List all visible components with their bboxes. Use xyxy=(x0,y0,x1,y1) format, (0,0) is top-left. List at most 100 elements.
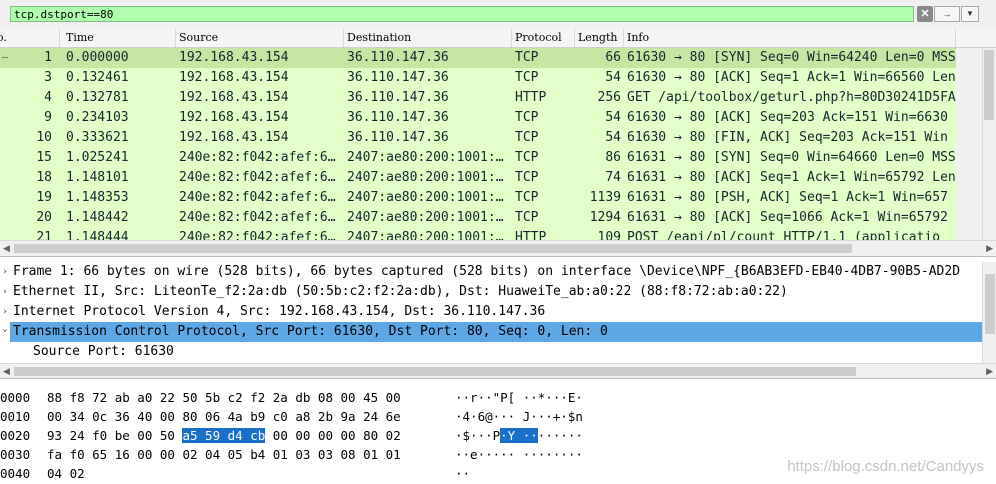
packet-cell-source: 240e:82:f042:afef:6… xyxy=(179,190,336,205)
clear-filter-icon[interactable]: ✕ xyxy=(917,6,933,22)
packet-row[interactable]: 3 0.132461 192.168.43.154 36.110.147.36 TCP 5… xyxy=(0,68,956,88)
scroll-right-icon[interactable]: ▶ xyxy=(986,366,993,377)
packet-cell-protocol: TCP xyxy=(515,190,539,205)
packet-cell-info: 61631 → 80 [SYN] Seq=0 Win=64660 Len=0 M… xyxy=(627,150,956,165)
column-header-no[interactable]: o. xyxy=(0,28,60,47)
ascii-text: ·$···P xyxy=(455,428,501,443)
packet-cell-destination: 2407:ae80:200:1001:… xyxy=(347,230,504,240)
hex-dump-row[interactable]: 0020 93 24 f0 be 00 50 a5 59 d4 cb 00 00 … xyxy=(0,426,996,445)
packet-cell-time: 1.148353 xyxy=(66,190,129,205)
packet-row[interactable]: 19 1.148353 240e:82:f042:afef:6… 2407:ae80:… xyxy=(0,188,956,208)
detail-tree-item[interactable]: Source Port: 61630 xyxy=(0,342,996,362)
packet-cell-info: 61631 → 80 [ACK] Seq=1 Ack=1 Win=65792 L… xyxy=(627,170,956,185)
detail-tree-label: Source Port: 61630 xyxy=(33,344,174,359)
packet-list-horizontal-scrollbar[interactable]: ◀ ▶ xyxy=(0,240,996,257)
packet-cell-protocol: HTTP xyxy=(515,230,547,240)
packet-cell-length: 86 xyxy=(605,150,621,165)
packet-cell-source: 240e:82:f042:afef:6… xyxy=(179,150,336,165)
display-filter-toolbar: tcp.dstport==80 ✕ → ▼ xyxy=(0,0,996,29)
hex-dump-row[interactable]: 0000 88 f8 72 ab a0 22 50 5b c2 f2 2a db … xyxy=(0,388,996,407)
detail-tree-label: Frame 1: 66 bytes on wire (528 bits), 66… xyxy=(13,264,961,279)
packet-row[interactable]: 1 0.000000 192.168.43.154 36.110.147.36 TCP 6… xyxy=(0,48,956,68)
packet-cell-time: 0.333621 xyxy=(66,130,129,145)
hex-bytes: 88 f8 72 ab a0 22 50 5b c2 f2 2a db 08 0… xyxy=(47,388,401,407)
expand-arrow-icon[interactable]: › xyxy=(0,282,10,302)
packet-cell-time: 0.000000 xyxy=(66,50,129,65)
packet-cell-length: 54 xyxy=(605,130,621,145)
column-header-time[interactable]: Time xyxy=(63,28,176,47)
hex-bytes: 00 34 0c 36 40 00 80 06 4a b9 c0 a8 2b 9… xyxy=(47,407,401,426)
packet-cell-no: 9 xyxy=(44,110,52,125)
packet-row[interactable]: 21 1.148444 240e:82:f042:afef:6… 2407:ae80:… xyxy=(0,228,956,240)
column-header-length[interactable]: Length xyxy=(575,28,624,47)
packet-cell-no: 21 xyxy=(36,230,52,240)
apply-filter-button[interactable]: → xyxy=(934,6,960,22)
column-header-protocol[interactable]: Protocol xyxy=(512,28,575,47)
packet-cell-no: 3 xyxy=(44,70,52,85)
packet-cell-no: 15 xyxy=(36,150,52,165)
ascii-bytes: ··r··"P[ ··*···E· xyxy=(455,388,583,407)
packet-cell-protocol: TCP xyxy=(515,110,539,125)
details-hscroll-thumb[interactable] xyxy=(14,367,856,376)
packet-row[interactable]: 10 0.333621 192.168.43.154 36.110.147.36 TCP… xyxy=(0,128,956,148)
display-filter-input[interactable]: tcp.dstport==80 xyxy=(10,6,914,22)
hex-bytes-text: 00 00 00 00 80 02 xyxy=(265,428,401,443)
packet-cell-destination: 36.110.147.36 xyxy=(347,130,449,145)
packet-cell-no: 4 xyxy=(44,90,52,105)
packet-cell-no: 20 xyxy=(36,210,52,225)
detail-tree-label: Internet Protocol Version 4, Src: 192.16… xyxy=(13,304,546,319)
packet-cell-source: 240e:82:f042:afef:6… xyxy=(179,210,336,225)
packet-list-vertical-scrollbar[interactable] xyxy=(956,48,996,240)
packet-cell-destination: 2407:ae80:200:1001:… xyxy=(347,150,504,165)
packet-cell-info: 61631 → 80 [ACK] Seq=1066 Ack=1 Win=6579… xyxy=(627,210,948,225)
ascii-bytes: ·4·6@··· J···+·$n xyxy=(455,407,583,426)
hex-bytes-text: 93 24 f0 be 00 50 xyxy=(47,428,183,443)
details-vertical-scrollbar[interactable] xyxy=(982,262,996,363)
column-header-destination[interactable]: Destination xyxy=(344,28,512,47)
packet-cell-source: 192.168.43.154 xyxy=(179,110,289,125)
column-header-source[interactable]: Source xyxy=(176,28,344,47)
packet-cell-time: 1.148442 xyxy=(66,210,129,225)
hex-bytes: 04 02 xyxy=(47,464,85,483)
detail-tree-item[interactable]: ⌄ Transmission Control Protocol, Src Port… xyxy=(2,322,982,342)
packet-cell-info: 61630 → 80 [ACK] Seq=1 Ack=1 Win=66560 L… xyxy=(627,70,956,85)
hex-offset: 0020 xyxy=(0,428,31,443)
hex-dump-row[interactable]: 0010 00 34 0c 36 40 00 80 06 4a b9 c0 a8 … xyxy=(0,407,996,426)
packet-cell-source: 192.168.43.154 xyxy=(179,130,289,145)
packet-cell-length: 109 xyxy=(597,230,621,240)
packet-cell-source: 240e:82:f042:afef:6… xyxy=(179,170,336,185)
packet-cell-destination: 36.110.147.36 xyxy=(347,50,449,65)
scroll-left-icon[interactable]: ◀ xyxy=(3,243,10,254)
scroll-right-icon[interactable]: ▶ xyxy=(986,243,993,254)
packet-cell-destination: 2407:ae80:200:1001:… xyxy=(347,170,504,185)
ascii-bytes: ·· xyxy=(455,464,470,483)
hex-offset: 0030 xyxy=(0,447,31,462)
ascii-text: ··r··"P[ ··*···E· xyxy=(455,390,583,405)
packet-cell-info: 61630 → 80 [SYN] Seq=0 Win=64240 Len=0 M… xyxy=(627,50,956,65)
detail-tree-item[interactable]: › Ethernet II, Src: LiteonTe_f2:2a:db (50… xyxy=(0,282,996,302)
detail-tree-item[interactable]: › Internet Protocol Version 4, Src: 192.1… xyxy=(0,302,996,322)
filter-history-dropdown[interactable]: ▼ xyxy=(961,6,979,22)
packet-row[interactable]: 20 1.148442 240e:82:f042:afef:6… 2407:ae80:… xyxy=(0,208,956,228)
packet-rows: 1 0.000000 192.168.43.154 36.110.147.36 TCP 6… xyxy=(0,48,956,240)
scroll-left-icon[interactable]: ◀ xyxy=(3,366,10,377)
packet-row[interactable]: 4 0.132781 192.168.43.154 36.110.147.36 HTTP… xyxy=(0,88,956,108)
vertical-scroll-thumb[interactable] xyxy=(984,50,994,120)
ascii-text: ·4·6@··· J···+·$n xyxy=(455,409,583,424)
hex-bytes-text: 00 34 0c 36 40 00 80 06 4a b9 c0 a8 2b 9… xyxy=(47,409,401,424)
column-header-info[interactable]: Info xyxy=(624,28,956,47)
collapse-arrow-icon[interactable]: ⌄ xyxy=(0,319,10,339)
packet-cell-info: 61630 → 80 [ACK] Seq=203 Ack=151 Win=663… xyxy=(627,110,948,125)
packet-row[interactable]: 15 1.025241 240e:82:f042:afef:6… 2407:ae80:… xyxy=(0,148,956,168)
packet-cell-protocol: TCP xyxy=(515,150,539,165)
horizontal-scroll-thumb[interactable] xyxy=(14,244,852,253)
detail-tree-item[interactable]: › Frame 1: 66 bytes on wire (528 bits), 6… xyxy=(0,262,996,282)
packet-cell-source: 240e:82:f042:afef:6… xyxy=(179,230,336,240)
expand-arrow-icon[interactable]: › xyxy=(0,262,10,282)
packet-row[interactable]: 18 1.148101 240e:82:f042:afef:6… 2407:ae80:… xyxy=(0,168,956,188)
details-horizontal-scrollbar[interactable]: ◀ ▶ xyxy=(0,363,996,379)
packet-row[interactable]: 9 0.234103 192.168.43.154 36.110.147.36 TCP 5… xyxy=(0,108,956,128)
packet-cell-length: 74 xyxy=(605,170,621,185)
details-scroll-thumb[interactable] xyxy=(985,274,995,334)
packet-cell-destination: 36.110.147.36 xyxy=(347,110,449,125)
